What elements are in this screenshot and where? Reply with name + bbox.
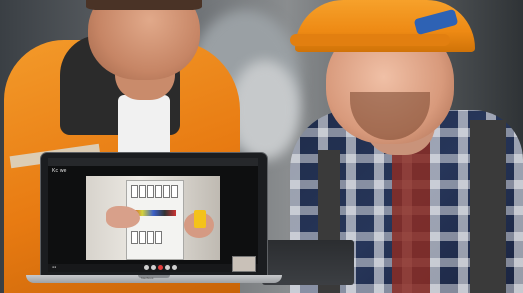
app-logo: Kc we xyxy=(52,168,67,174)
breaker xyxy=(131,231,138,244)
technician-hand-left xyxy=(106,206,140,228)
breaker xyxy=(139,231,146,244)
breaker xyxy=(147,231,154,244)
video-call-main-feed xyxy=(86,176,220,260)
breaker xyxy=(147,185,154,198)
breaker xyxy=(155,185,162,198)
screen-share-icon[interactable] xyxy=(165,265,170,270)
background-machine xyxy=(230,60,300,160)
laptop-brand-label: MacBook xyxy=(141,276,154,280)
breaker xyxy=(171,185,178,198)
breaker xyxy=(131,185,138,198)
worker-left-head xyxy=(88,0,200,80)
self-view-thumbnail[interactable] xyxy=(232,256,256,272)
photo-scene: Kc we ●● MacBook xyxy=(0,0,523,293)
camera-icon[interactable] xyxy=(144,265,149,270)
worker-left-hair xyxy=(86,0,202,10)
breaker xyxy=(163,185,170,198)
breaker xyxy=(139,185,146,198)
app-title-bar xyxy=(48,158,258,166)
hard-hat-brim xyxy=(290,34,450,46)
end-call-icon[interactable] xyxy=(158,265,163,270)
mic-icon[interactable] xyxy=(151,265,156,270)
multimeter xyxy=(194,210,206,228)
worker-right-overall-strap xyxy=(470,120,506,293)
participants-indicator: ●● xyxy=(52,265,57,269)
breaker xyxy=(155,231,162,244)
more-icon[interactable] xyxy=(172,265,177,270)
call-controls xyxy=(144,265,177,270)
